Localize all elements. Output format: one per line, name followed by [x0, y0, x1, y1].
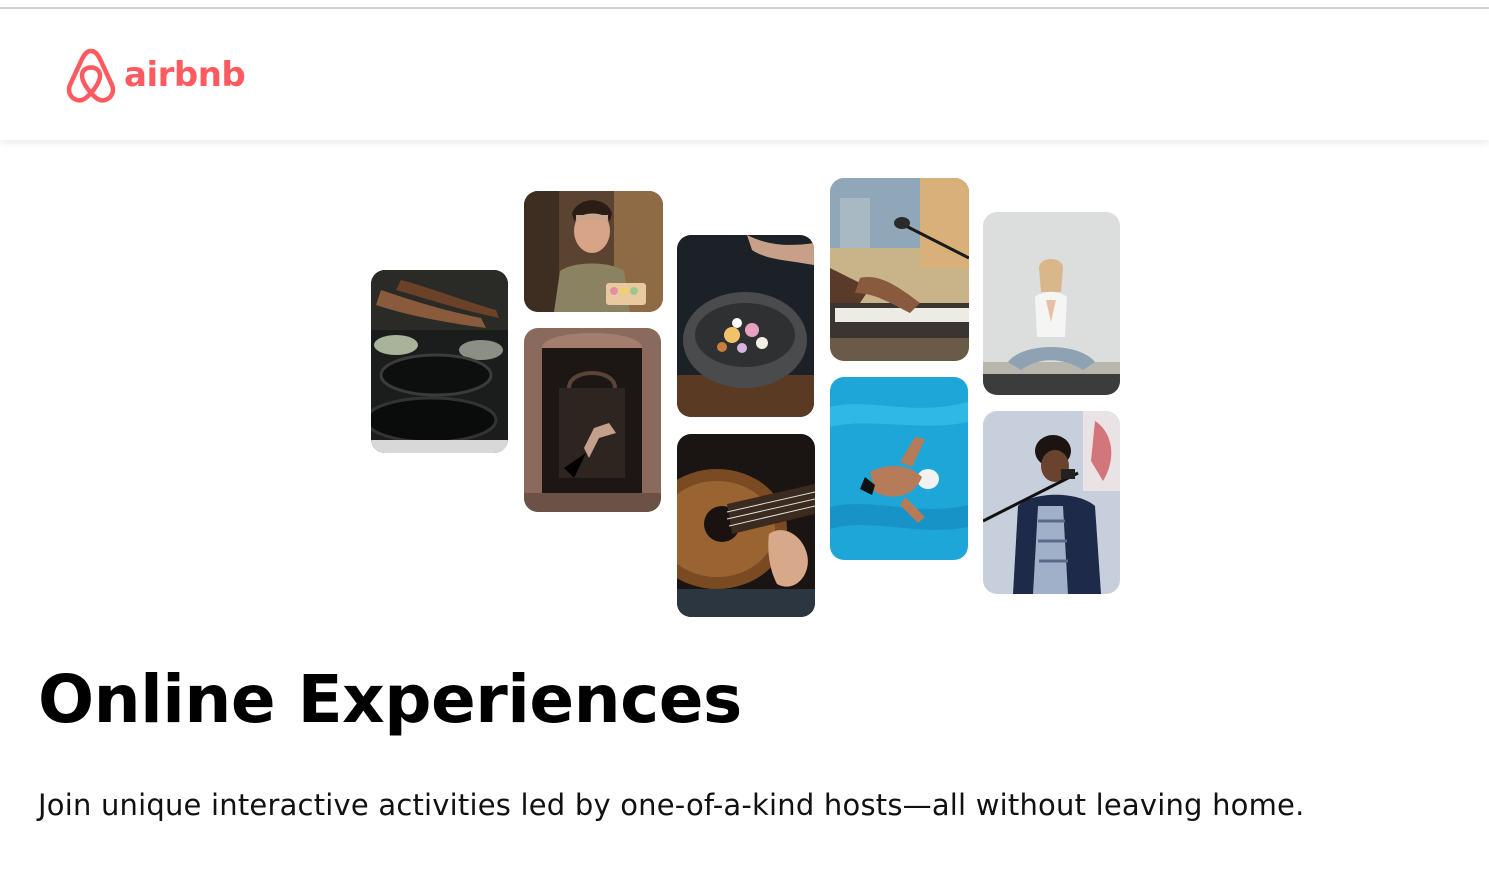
cooking-pans-photo — [371, 270, 508, 453]
airbnb-logo-link[interactable]: airbnb — [64, 45, 246, 105]
airbnb-wordmark: airbnb — [124, 55, 246, 95]
top-navbar: airbnb — [0, 9, 1489, 140]
airbnb-belo-icon — [64, 45, 118, 105]
collage-tile-piano — [830, 178, 969, 361]
food-bowl-seasoning-photo — [677, 235, 814, 417]
collage-tile-singer — [983, 411, 1120, 594]
page-subtitle: Join unique interactive activities led b… — [38, 788, 1305, 822]
baker-woman-macarons-photo — [524, 191, 663, 312]
yoga-meditation-photo — [983, 212, 1120, 395]
collage-tile-swimmer — [830, 377, 968, 560]
collage-tile-food-bowl — [677, 235, 814, 417]
collage-tile-cooking — [371, 270, 508, 453]
singer-microphone-photo — [983, 411, 1120, 594]
collage-tile-yoga — [983, 212, 1120, 395]
swimmer-pool-photo — [830, 377, 968, 560]
collage-tile-dancer — [524, 328, 661, 512]
acoustic-guitar-photo — [677, 434, 815, 617]
piano-microphone-photo — [830, 178, 969, 361]
flamenco-dancer-archway-photo — [524, 328, 661, 512]
browser-top-border — [0, 0, 1489, 9]
page-title: Online Experiences — [38, 661, 742, 738]
collage-tile-baker — [524, 191, 663, 312]
collage-tile-guitar — [677, 434, 815, 617]
